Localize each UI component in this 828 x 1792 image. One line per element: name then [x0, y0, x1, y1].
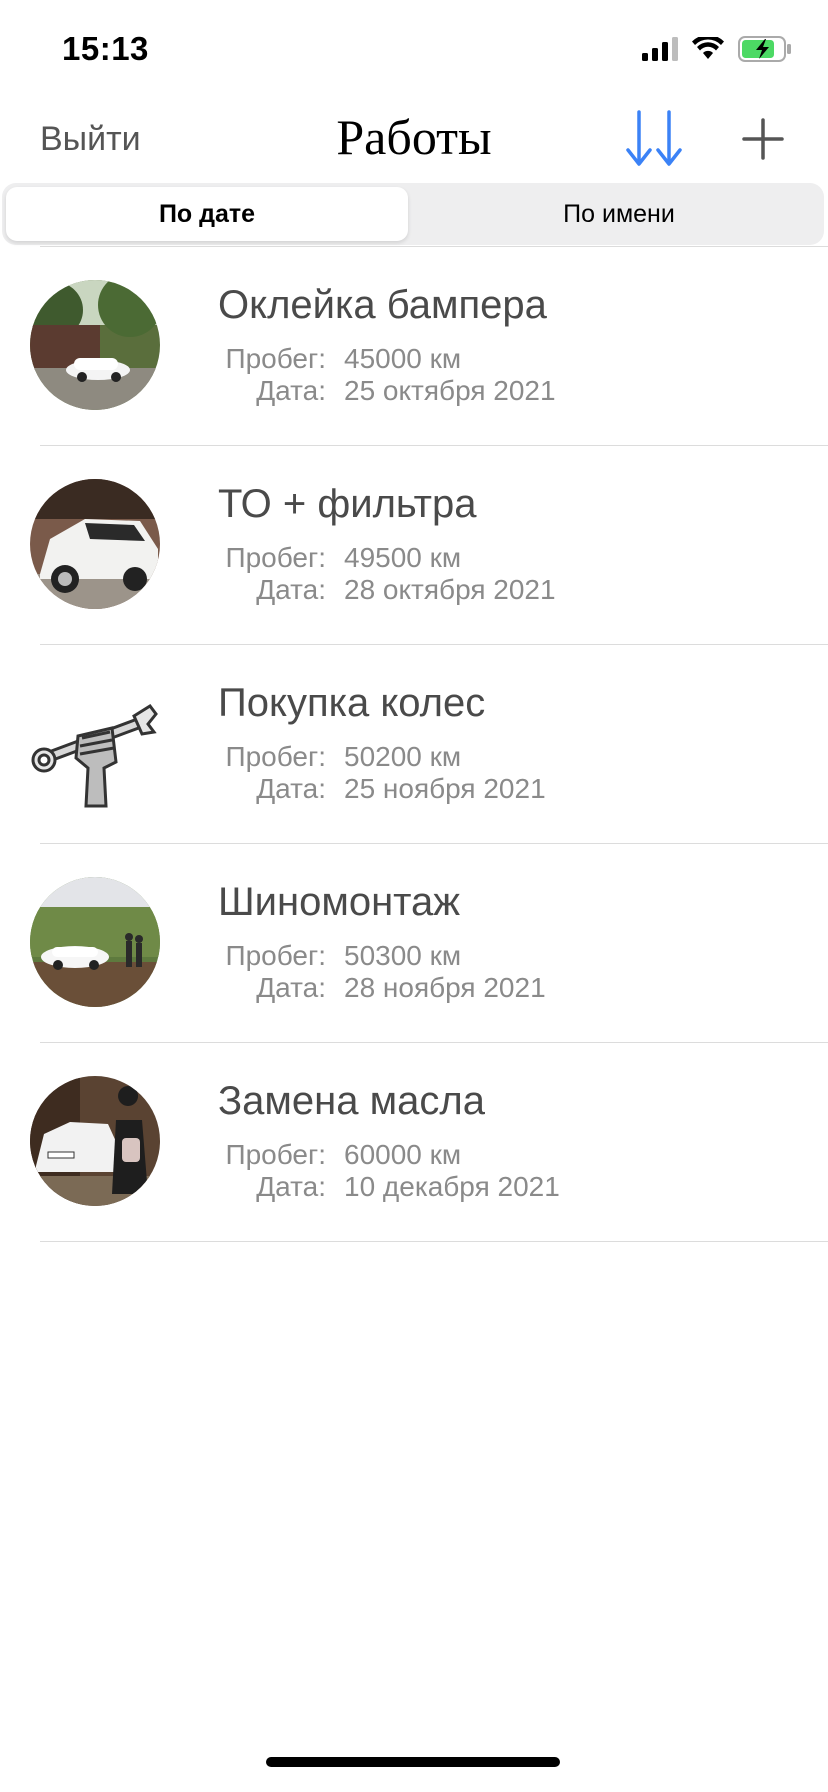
list-item[interactable]: Покупка колес Пробег: 50200 км Дата: 25 но…	[30, 645, 828, 844]
job-title: Покупка колес	[218, 681, 486, 725]
sort-arrows-icon	[626, 110, 682, 166]
date-label: Дата:	[256, 773, 326, 804]
list-item[interactable]: ТО + фильтра Пробег: 49500 км Дата: 28 окт…	[30, 446, 828, 645]
mileage-label: Пробег:	[225, 741, 326, 772]
date-label: Дата:	[256, 375, 326, 406]
job-date: Дата: 25 октября 2021	[218, 375, 556, 407]
job-date: Дата: 25 ноября 2021	[218, 773, 546, 805]
date-value: 25 октября 2021	[344, 375, 556, 406]
status-bar: 15:13	[0, 0, 828, 100]
date-label: Дата:	[256, 1171, 326, 1202]
segment-by-name[interactable]: По имени	[418, 187, 820, 241]
list-item[interactable]: Замена масла Пробег: 60000 км Дата: 10 дек…	[30, 1043, 828, 1242]
job-title: Замена масла	[218, 1079, 485, 1123]
job-thumbnail	[30, 1076, 160, 1206]
mileage-value: 50300 км	[344, 940, 462, 971]
mileage-label: Пробег:	[225, 940, 326, 971]
mileage-label: Пробег:	[225, 343, 326, 374]
job-thumbnail	[30, 678, 160, 808]
job-thumbnail	[30, 877, 160, 1007]
status-icons	[642, 34, 792, 64]
job-date: Дата: 28 октября 2021	[218, 574, 556, 606]
mileage-label: Пробег:	[225, 542, 326, 573]
sort-button[interactable]	[624, 108, 684, 170]
mileage-value: 49500 км	[344, 542, 462, 573]
job-thumbnail	[30, 479, 160, 609]
list-item[interactable]: Оклейка бампера Пробег: 45000 км Дата: 25 …	[30, 247, 828, 446]
car-photo-icon	[30, 877, 160, 1007]
signal-icon	[642, 37, 678, 61]
job-mileage: Пробег: 49500 км	[218, 542, 461, 574]
segment-by-date[interactable]: По дате	[6, 187, 408, 241]
mileage-value: 45000 км	[344, 343, 462, 374]
job-title: Шиномонтаж	[218, 880, 461, 924]
sort-segmented-control: По дате По имени	[2, 183, 824, 245]
job-title: Оклейка бампера	[218, 283, 547, 327]
mileage-label: Пробег:	[225, 1139, 326, 1170]
date-label: Дата:	[256, 574, 326, 605]
status-time: 15:13	[62, 30, 149, 67]
jobs-list: Оклейка бампера Пробег: 45000 км Дата: 25 …	[0, 247, 828, 1242]
wifi-icon	[692, 37, 724, 59]
job-thumbnail	[30, 280, 160, 410]
job-title: ТО + фильтра	[218, 482, 477, 526]
car-photo-icon	[30, 1076, 160, 1206]
mileage-value: 50200 км	[344, 741, 462, 772]
date-label: Дата:	[256, 972, 326, 1003]
car-photo-icon	[30, 280, 160, 410]
wrench-fist-icon	[30, 678, 160, 808]
job-mileage: Пробег: 50200 км	[218, 741, 461, 773]
date-value: 25 ноября 2021	[344, 773, 546, 804]
nav-bar: Выйти Работы	[0, 100, 828, 180]
car-photo-icon	[30, 479, 160, 609]
plus-icon	[742, 118, 784, 160]
add-button[interactable]	[740, 116, 786, 162]
battery-charging-icon	[738, 36, 791, 62]
date-value: 28 ноября 2021	[344, 972, 546, 1003]
list-item[interactable]: Шиномонтаж Пробег: 50300 км Дата: 28 ноябр…	[30, 844, 828, 1043]
job-date: Дата: 10 декабря 2021	[218, 1171, 560, 1203]
date-value: 28 октября 2021	[344, 574, 556, 605]
job-date: Дата: 28 ноября 2021	[218, 972, 546, 1004]
job-mileage: Пробег: 60000 км	[218, 1139, 461, 1171]
mileage-value: 60000 км	[344, 1139, 462, 1170]
job-mileage: Пробег: 50300 км	[218, 940, 461, 972]
date-value: 10 декабря 2021	[344, 1171, 560, 1202]
home-indicator[interactable]	[266, 1757, 560, 1767]
page-title: Работы	[336, 109, 492, 165]
job-mileage: Пробег: 45000 км	[218, 343, 461, 375]
